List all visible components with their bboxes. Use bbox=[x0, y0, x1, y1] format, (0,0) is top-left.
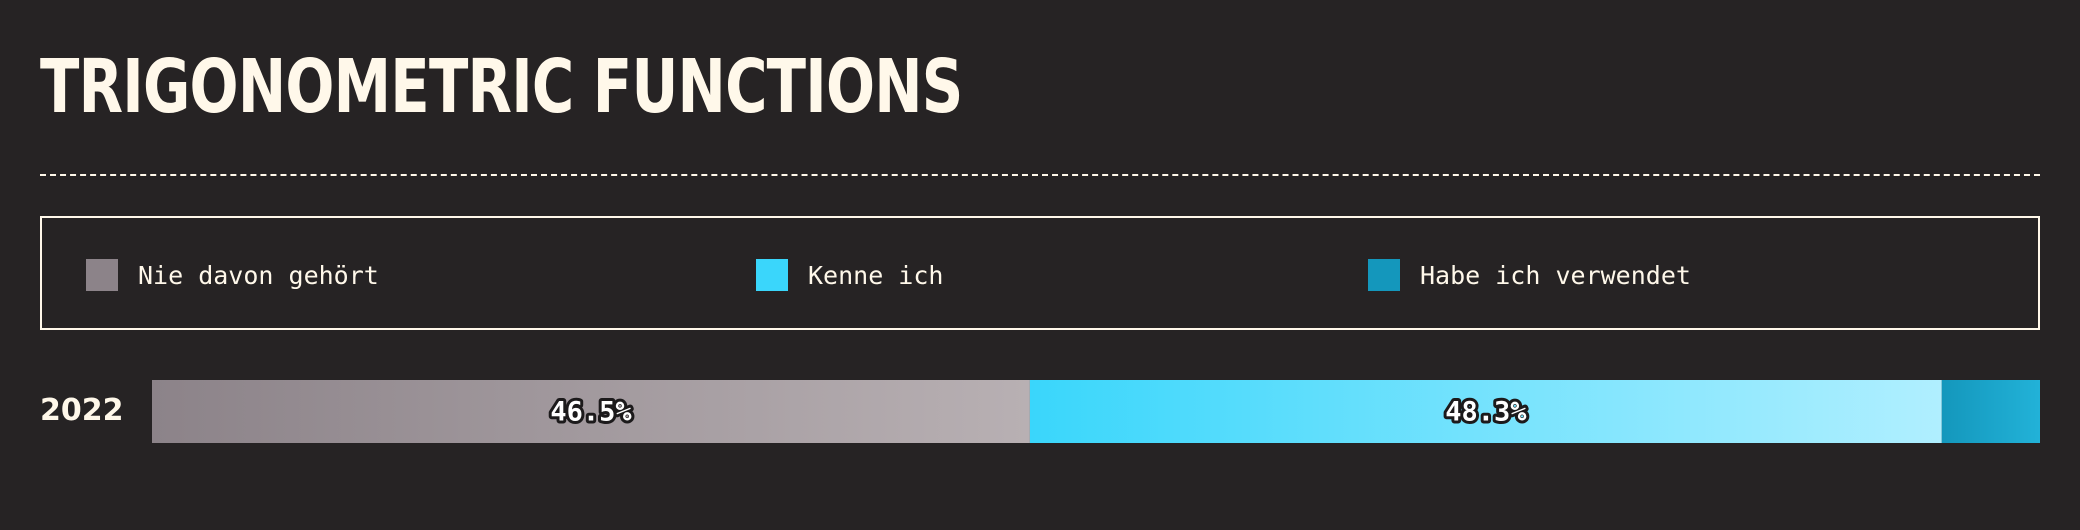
bar-segment-habe-ich-verwendet-2022 bbox=[1941, 380, 2040, 443]
data-label-nie-davon-gehoert-2022: 46.5% bbox=[550, 397, 632, 428]
data-label-kenne-ich-2022: 48.3% bbox=[1445, 397, 1527, 428]
stacked-bar-chart: 46.5% 48.3% bbox=[152, 380, 2040, 443]
